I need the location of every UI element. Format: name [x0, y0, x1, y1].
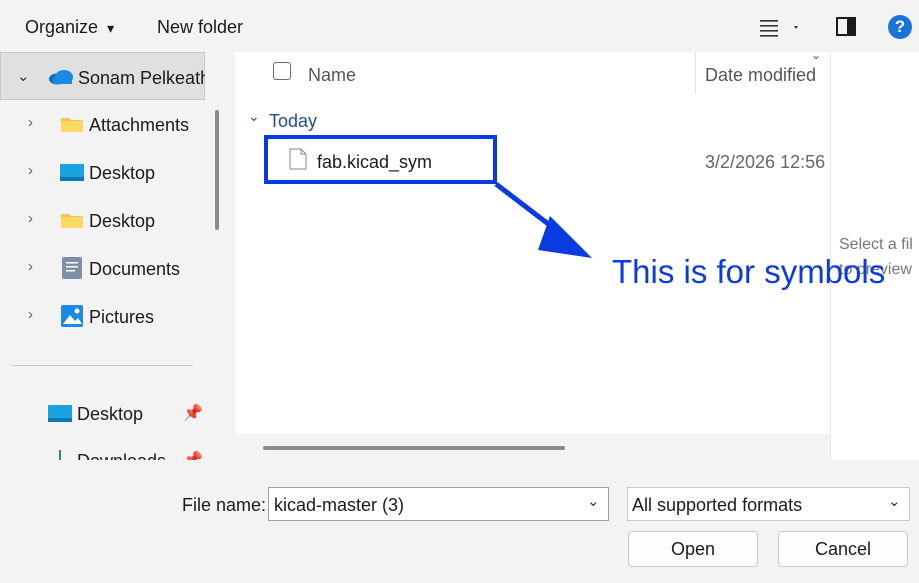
file-name-input[interactable]: kicad-master (3): [274, 495, 404, 516]
annotation-text: This is for symbols: [612, 253, 886, 290]
view-options-button[interactable]: [760, 18, 800, 38]
column-divider[interactable]: [695, 52, 696, 94]
pin-icon[interactable]: 📌: [183, 450, 203, 460]
sidebar-item-label: Downloads: [77, 451, 166, 460]
onedrive-cloud-icon: [49, 70, 73, 85]
chevron-down-icon: ▾: [107, 20, 115, 36]
sidebar-item-label: Documents: [89, 259, 181, 279]
chevron-right-icon[interactable]: ›: [28, 306, 33, 323]
column-header-name[interactable]: Name: [308, 65, 356, 86]
sidebar-item-label: Attachments: [89, 115, 190, 135]
sidebar-item-onedrive[interactable]: ⌄ Sonam Pelkeath: [0, 52, 205, 100]
sidebar-scrollbar-thumb[interactable]: [215, 110, 219, 230]
horizontal-scrollbar-thumb[interactable]: [263, 446, 565, 450]
chevron-down-icon[interactable]: ⌄: [888, 492, 901, 510]
sidebar-item-label: Pictures: [89, 307, 155, 327]
file-type-value: All supported formats: [632, 495, 803, 515]
help-icon[interactable]: ?: [888, 15, 912, 39]
folder-icon: [61, 118, 83, 132]
quick-access-downloads[interactable]: Downloads 📌: [0, 440, 205, 460]
list-view-icon: [760, 20, 798, 37]
organize-button[interactable]: Organize ▾: [25, 17, 114, 38]
sidebar-item-pictures[interactable]: › Pictures: [0, 294, 205, 338]
sidebar-item-desktop[interactable]: › Desktop: [0, 150, 205, 194]
preview-pane-button[interactable]: [836, 17, 856, 37]
file-name-label: File name:: [182, 495, 267, 515]
sidebar-item-desktop-folder[interactable]: › Desktop: [0, 198, 205, 242]
preview-pane-icon: [836, 17, 856, 36]
annotation-arrow-icon: [494, 182, 592, 258]
select-all-checkbox[interactable]: [273, 62, 291, 80]
group-collapse-icon[interactable]: ⌄: [248, 108, 260, 125]
chevron-down-icon[interactable]: ⌄: [587, 492, 600, 510]
sort-indicator-icon: ⌄: [811, 52, 822, 62]
file-type-select[interactable]: All supported formats ⌄: [627, 487, 910, 521]
dialog-footer: File name: kicad-master (3) ⌄ All suppor…: [0, 460, 919, 583]
open-button[interactable]: Open: [628, 531, 758, 567]
chevron-down-icon[interactable]: ⌄: [17, 67, 30, 85]
sidebar-item-documents[interactable]: › Documents: [0, 246, 205, 290]
sidebar-item-label: Desktop: [77, 404, 144, 424]
cancel-button[interactable]: Cancel: [778, 531, 908, 567]
toolbar: Organize ▾ New folder ?: [0, 0, 919, 52]
navigation-pane: ⌄ Sonam Pelkeath › Attachments › Desktop…: [0, 52, 205, 460]
pin-icon[interactable]: 📌: [183, 403, 203, 423]
quick-access-desktop[interactable]: Desktop 📌: [0, 391, 205, 435]
organize-label: Organize: [25, 17, 99, 37]
file-name-combobox[interactable]: kicad-master (3) ⌄: [268, 487, 609, 521]
new-folder-button[interactable]: New folder: [157, 17, 243, 38]
preview-message: Select a fil: [839, 236, 913, 253]
chevron-right-icon[interactable]: ›: [28, 210, 33, 227]
desktop-icon: [60, 164, 84, 181]
chevron-right-icon[interactable]: ›: [28, 114, 33, 131]
chevron-right-icon[interactable]: ›: [28, 258, 33, 275]
folder-icon: [61, 214, 83, 228]
sidebar-item-attachments[interactable]: › Attachments: [0, 102, 205, 146]
sidebar-item-label: Desktop: [89, 163, 156, 183]
sidebar-item-label: Sonam Pelkeath: [78, 68, 205, 88]
column-header-date-modified[interactable]: Date modified: [705, 65, 816, 86]
divider: [12, 365, 193, 366]
pictures-icon: [61, 305, 83, 327]
sidebar-item-label: Desktop: [89, 211, 156, 231]
chevron-right-icon[interactable]: ›: [28, 162, 33, 179]
annotation-highlight-box: [264, 135, 497, 184]
file-date-modified: 3/2/2026 12:56: [705, 152, 826, 172]
documents-icon: [62, 257, 82, 279]
horizontal-scrollbar-track: [235, 434, 830, 460]
downloads-icon: [59, 450, 61, 460]
sidebar-scrollbar-track: [205, 52, 235, 460]
desktop-icon: [48, 405, 72, 422]
group-label-today[interactable]: Today: [269, 111, 317, 132]
